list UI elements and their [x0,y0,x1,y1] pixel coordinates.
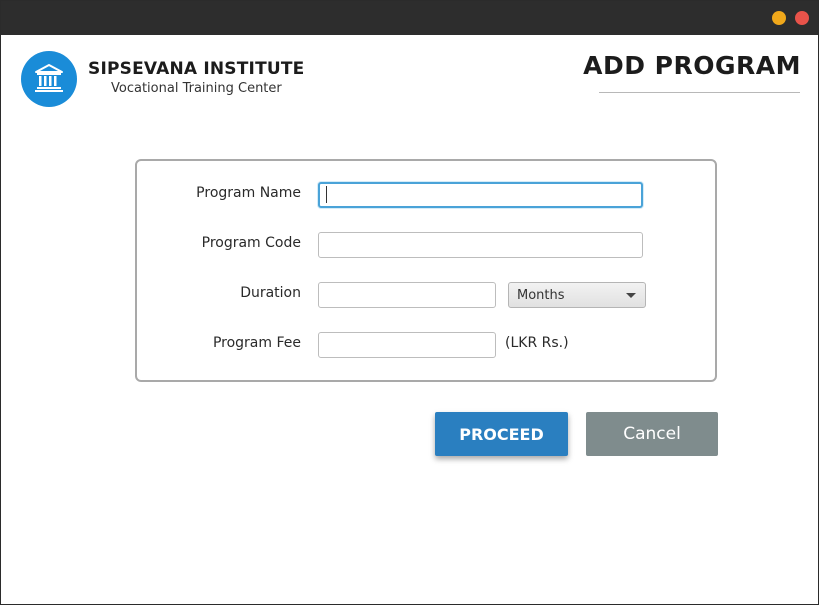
proceed-button[interactable]: PROCEED [435,412,568,456]
page-title: ADD PROGRAM [583,51,801,80]
brand-name: SIPSEVANA INSTITUTE [88,59,305,79]
text-caret [326,186,327,203]
program-code-label: Program Code [201,235,301,251]
program-name-label: Program Name [196,185,301,201]
currency-label: (LKR Rs.) [505,335,569,351]
duration-unit-value: Months [517,288,565,303]
duration-unit-select[interactable]: Months [508,282,646,308]
program-code-input[interactable] [318,232,643,258]
title-bar[interactable] [1,1,818,35]
program-fee-label: Program Fee [212,335,301,351]
chevron-down-icon [626,293,636,298]
institute-building-icon [21,51,77,107]
title-underline [599,92,800,93]
duration-label: Duration [240,285,301,301]
brand-subtitle: Vocational Training Center [111,81,282,96]
duration-input[interactable] [318,282,496,308]
app-window: SIPSEVANA INSTITUTE Vocational Training … [0,0,819,605]
close-button[interactable] [795,11,809,25]
program-name-input[interactable] [318,182,643,208]
program-fee-input[interactable] [318,332,496,358]
cancel-button[interactable]: Cancel [586,412,718,456]
minimize-button[interactable] [772,11,786,25]
